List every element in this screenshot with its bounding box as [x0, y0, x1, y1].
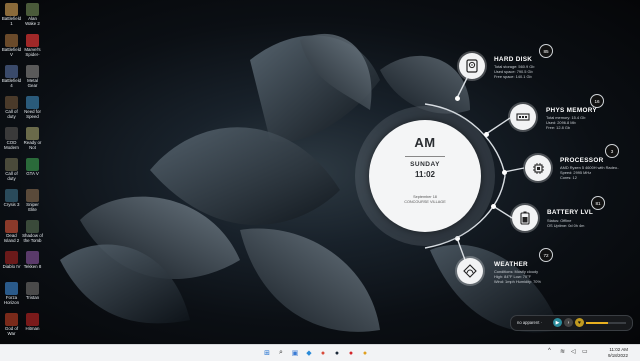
- processor-info-line: Cores: 12: [560, 175, 577, 180]
- battery-icon[interactable]: [512, 205, 538, 231]
- connector-node: [455, 96, 460, 101]
- hard-disk-icon[interactable]: [459, 53, 485, 79]
- clock-day: SUNDAY: [410, 161, 440, 168]
- steam-icon[interactable]: ●: [332, 348, 342, 358]
- wifi-icon[interactable]: ≋: [560, 348, 565, 355]
- volume-icon[interactable]: ◁: [571, 348, 576, 355]
- media-progress-fill: [586, 322, 608, 324]
- connector-node: [502, 170, 507, 175]
- connector-node: [484, 132, 489, 137]
- media-player-bar: no apparent · ▶ › ♥: [510, 315, 633, 331]
- disk-info-line: Free space: 140.1 Gb: [494, 74, 532, 79]
- disk-badge: 85: [539, 44, 553, 58]
- connector-memory: [485, 117, 511, 135]
- battery-badge: 81: [591, 196, 605, 210]
- widgets-icon[interactable]: ◆: [304, 348, 314, 358]
- clock-widget[interactable]: AM SUNDAY 11:02 September 18 CONCOURSE V…: [369, 120, 481, 232]
- clock-date: September 18: [413, 195, 437, 199]
- chrome-icon[interactable]: ●: [318, 348, 328, 358]
- media-progress[interactable]: [586, 321, 626, 325]
- weather-badge: 72: [539, 248, 553, 262]
- clock-location: CONCOURSE VILLAGE: [404, 200, 446, 204]
- desktop: Battlefield 1 Alan Wake 2 (extract) Batt…: [0, 0, 640, 344]
- chrome-alt-icon[interactable]: ●: [360, 348, 370, 358]
- clock-divider: [405, 156, 445, 157]
- taskbar-clock[interactable]: 11:02 AM 9/18/2022: [608, 347, 628, 358]
- next-icon[interactable]: ›: [564, 318, 573, 327]
- connector-processor: [503, 167, 525, 173]
- search-icon[interactable]: ⌕: [276, 348, 286, 358]
- windows-start-icon[interactable]: ⊞: [262, 348, 272, 358]
- taskbar-date: 9/18/2022: [607, 352, 628, 358]
- cpu-icon[interactable]: [525, 155, 551, 181]
- play-icon[interactable]: ▶: [553, 318, 562, 327]
- battery-tray-icon[interactable]: ▭: [582, 348, 588, 355]
- clock-time: 11:02: [414, 170, 436, 179]
- processor-badge: 3: [605, 144, 619, 158]
- connector-weather: [456, 237, 466, 261]
- processor-title: PROCESSOR: [560, 157, 604, 164]
- tray-chevron-icon[interactable]: ^: [548, 348, 551, 354]
- media-track-label: no apparent ·: [517, 320, 542, 325]
- task-view-icon[interactable]: ▣: [290, 348, 300, 358]
- opera-icon[interactable]: ●: [346, 348, 356, 358]
- battery-title: BATTERY LVL: [547, 209, 594, 216]
- battery-info-line: OS Uptime: 0d 0h 4m: [547, 223, 585, 228]
- memory-info-line: Free: 12.8 Gb: [546, 125, 571, 130]
- disk-title: HARD DISK: [494, 56, 533, 63]
- taskbar: ⊞ ⌕ ▣ ◆ ● ● ● ● ^ ≋ ◁ ▭ 11:02 AM 9/18/20…: [0, 344, 640, 361]
- weather-icon[interactable]: [457, 258, 483, 284]
- heart-icon[interactable]: ♥: [575, 318, 584, 327]
- taskbar-time: 11:02 AM: [609, 347, 628, 352]
- clock-ampm: AM: [414, 135, 436, 150]
- weather-info-line: Wind: 1mph Humidity: 70%: [494, 279, 541, 284]
- memory-title: PHYS MEMORY: [546, 107, 597, 114]
- memory-badge: 16: [590, 94, 604, 108]
- connector-node: [491, 204, 496, 209]
- weather-title: WEATHER: [494, 261, 528, 268]
- memory-icon[interactable]: [510, 104, 536, 130]
- connector-battery: [492, 205, 513, 219]
